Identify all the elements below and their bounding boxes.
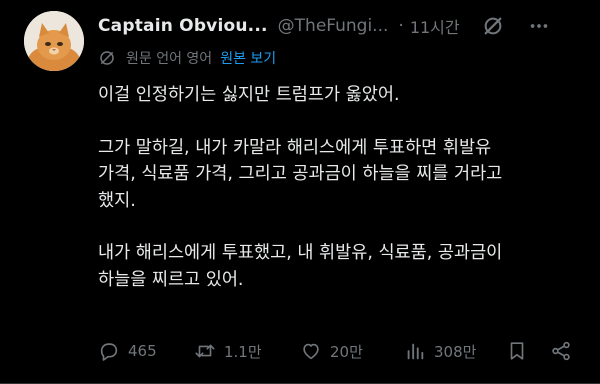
post-header: Captain Obviou... @TheFungi... · 11시간: [98, 12, 582, 40]
share-button[interactable]: [550, 336, 572, 366]
repost-icon: [195, 344, 215, 358]
author-handle[interactable]: @TheFungi...: [278, 16, 389, 36]
views-button[interactable]: 308만: [404, 336, 476, 366]
repost-count: 1.1만: [224, 342, 262, 361]
like-count: 20만: [330, 342, 363, 361]
views-icon: [407, 343, 424, 360]
bookmark-button[interactable]: [506, 336, 528, 366]
show-original-link[interactable]: 원본 보기: [220, 48, 276, 68]
more-icon[interactable]: [528, 15, 550, 37]
reply-button[interactable]: 465: [98, 336, 157, 366]
bookmark-icon: [510, 342, 524, 360]
post-time[interactable]: 11시간: [410, 14, 460, 38]
author-name[interactable]: Captain Obviou...: [98, 16, 268, 36]
grok-icon[interactable]: [482, 15, 504, 37]
reply-icon: [100, 343, 118, 361]
cat-avatar-image: [24, 11, 84, 71]
views-count: 308만: [434, 342, 477, 361]
post-line: 이걸 인정하기는 싫지만 트럼프가 옳았어.: [98, 85, 400, 105]
post-line: 가격, 식료품 가격, 그리고 공과금이 하늘을 찌를 거라고: [98, 164, 503, 184]
post-line: 그가 말하길, 내가 카말라 해리스에게 투표하면 휘발유: [98, 137, 492, 158]
translate-icon: [100, 51, 114, 65]
separator-dot: ·: [398, 16, 404, 36]
share-icon: [552, 341, 570, 361]
avatar[interactable]: [24, 11, 84, 71]
post-line: 내가 해리스에게 투표했고, 내 휘발유, 식료품, 공과금이: [98, 243, 503, 263]
translation-bar: 원문 언어 영어 원본 보기: [98, 48, 276, 68]
translation-language-note: 원문 언어 영어: [126, 51, 213, 67]
like-icon: [303, 343, 319, 360]
post-line: 하늘을 찌르고 있어.: [98, 269, 244, 290]
reply-count: 465: [128, 342, 157, 360]
like-button[interactable]: 20만: [300, 336, 363, 366]
repost-button[interactable]: 1.1만: [194, 336, 262, 366]
post-text: 이걸 인정하기는 싫지만 트럼프가 옳았어. 그가 말하길, 내가 카말라 해리…: [98, 82, 588, 293]
post-line: 했지.: [98, 190, 136, 211]
action-bar: 465 1.1만 20만 308만: [98, 336, 588, 366]
